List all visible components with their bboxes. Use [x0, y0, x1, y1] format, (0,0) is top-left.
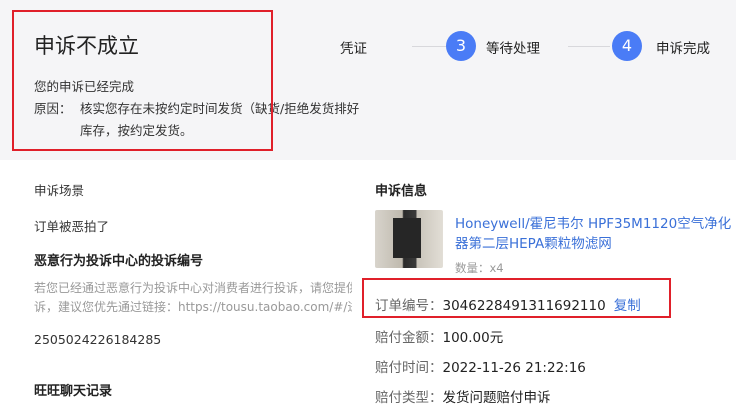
- reason-text: 核实您存在未按约定时间发货（缺货/拒绝发货排好库存，按约定发货。: [80, 101, 360, 138]
- status-subtitle: 您的申诉已经完成: [34, 79, 135, 94]
- product-image: [393, 218, 421, 258]
- appeal-info-title: 申诉信息: [375, 184, 428, 199]
- complaint-description-line1: 若您已经通过恶意行为投诉中心对消费者进行投诉，请您提供: [34, 281, 352, 295]
- time-row: 赔付时间：2022-11-26 21:22:16: [375, 356, 586, 376]
- type-value: 发货问题赔付申诉: [442, 390, 551, 406]
- scene-value: 订单被恶拍了: [34, 219, 110, 234]
- order-number-label: 订单编号：: [375, 298, 443, 314]
- amount-row: 赔付金额：100.00元: [375, 326, 503, 346]
- reason-label: 原因：: [34, 101, 72, 116]
- step-connector: [568, 46, 610, 47]
- copy-button[interactable]: 复制: [614, 298, 641, 314]
- step-number-4: 4: [612, 31, 642, 61]
- time-label: 赔付时间：: [375, 360, 443, 376]
- product-quantity: 数量：x4: [455, 261, 504, 275]
- step-number-3: 3: [446, 31, 476, 61]
- step-connector: [412, 46, 446, 47]
- complaint-description-line2: 诉，建议您优先通过链接：https://tousu.taobao.com/#/进: [34, 300, 352, 314]
- amount-label: 赔付金额：: [375, 330, 443, 346]
- scene-label: 申诉场景: [34, 183, 85, 198]
- complaint-number-title: 恶意行为投诉中心的投诉编号: [34, 254, 204, 269]
- amount-value: 100.00元: [442, 330, 504, 346]
- complaint-number-value: 2505024226184285: [34, 332, 162, 347]
- order-number-row: 订单编号：3046228491311692110 复制: [375, 294, 641, 314]
- chat-records-title: 旺旺聊天记录: [34, 384, 113, 399]
- step-label-3: 等待处理: [486, 41, 540, 57]
- time-value: 2022-11-26 21:22:16: [442, 360, 586, 376]
- step-label-partial: 凭证: [340, 41, 367, 57]
- status-title: 申诉不成立: [34, 34, 139, 58]
- progress-steps: 凭证 3 等待处理 4 申诉完成: [340, 30, 736, 62]
- type-label: 赔付类型：: [375, 390, 443, 406]
- product-thumbnail[interactable]: [375, 210, 443, 268]
- product-title-link[interactable]: Honeywell/霍尼韦尔 HPF35M1120空气净化器第二层HEPA颗粒物…: [455, 214, 735, 254]
- type-row: 赔付类型：发货问题赔付申诉: [375, 386, 551, 406]
- order-number-value: 3046228491311692110: [442, 298, 606, 314]
- step-label-4: 申诉完成: [656, 41, 710, 57]
